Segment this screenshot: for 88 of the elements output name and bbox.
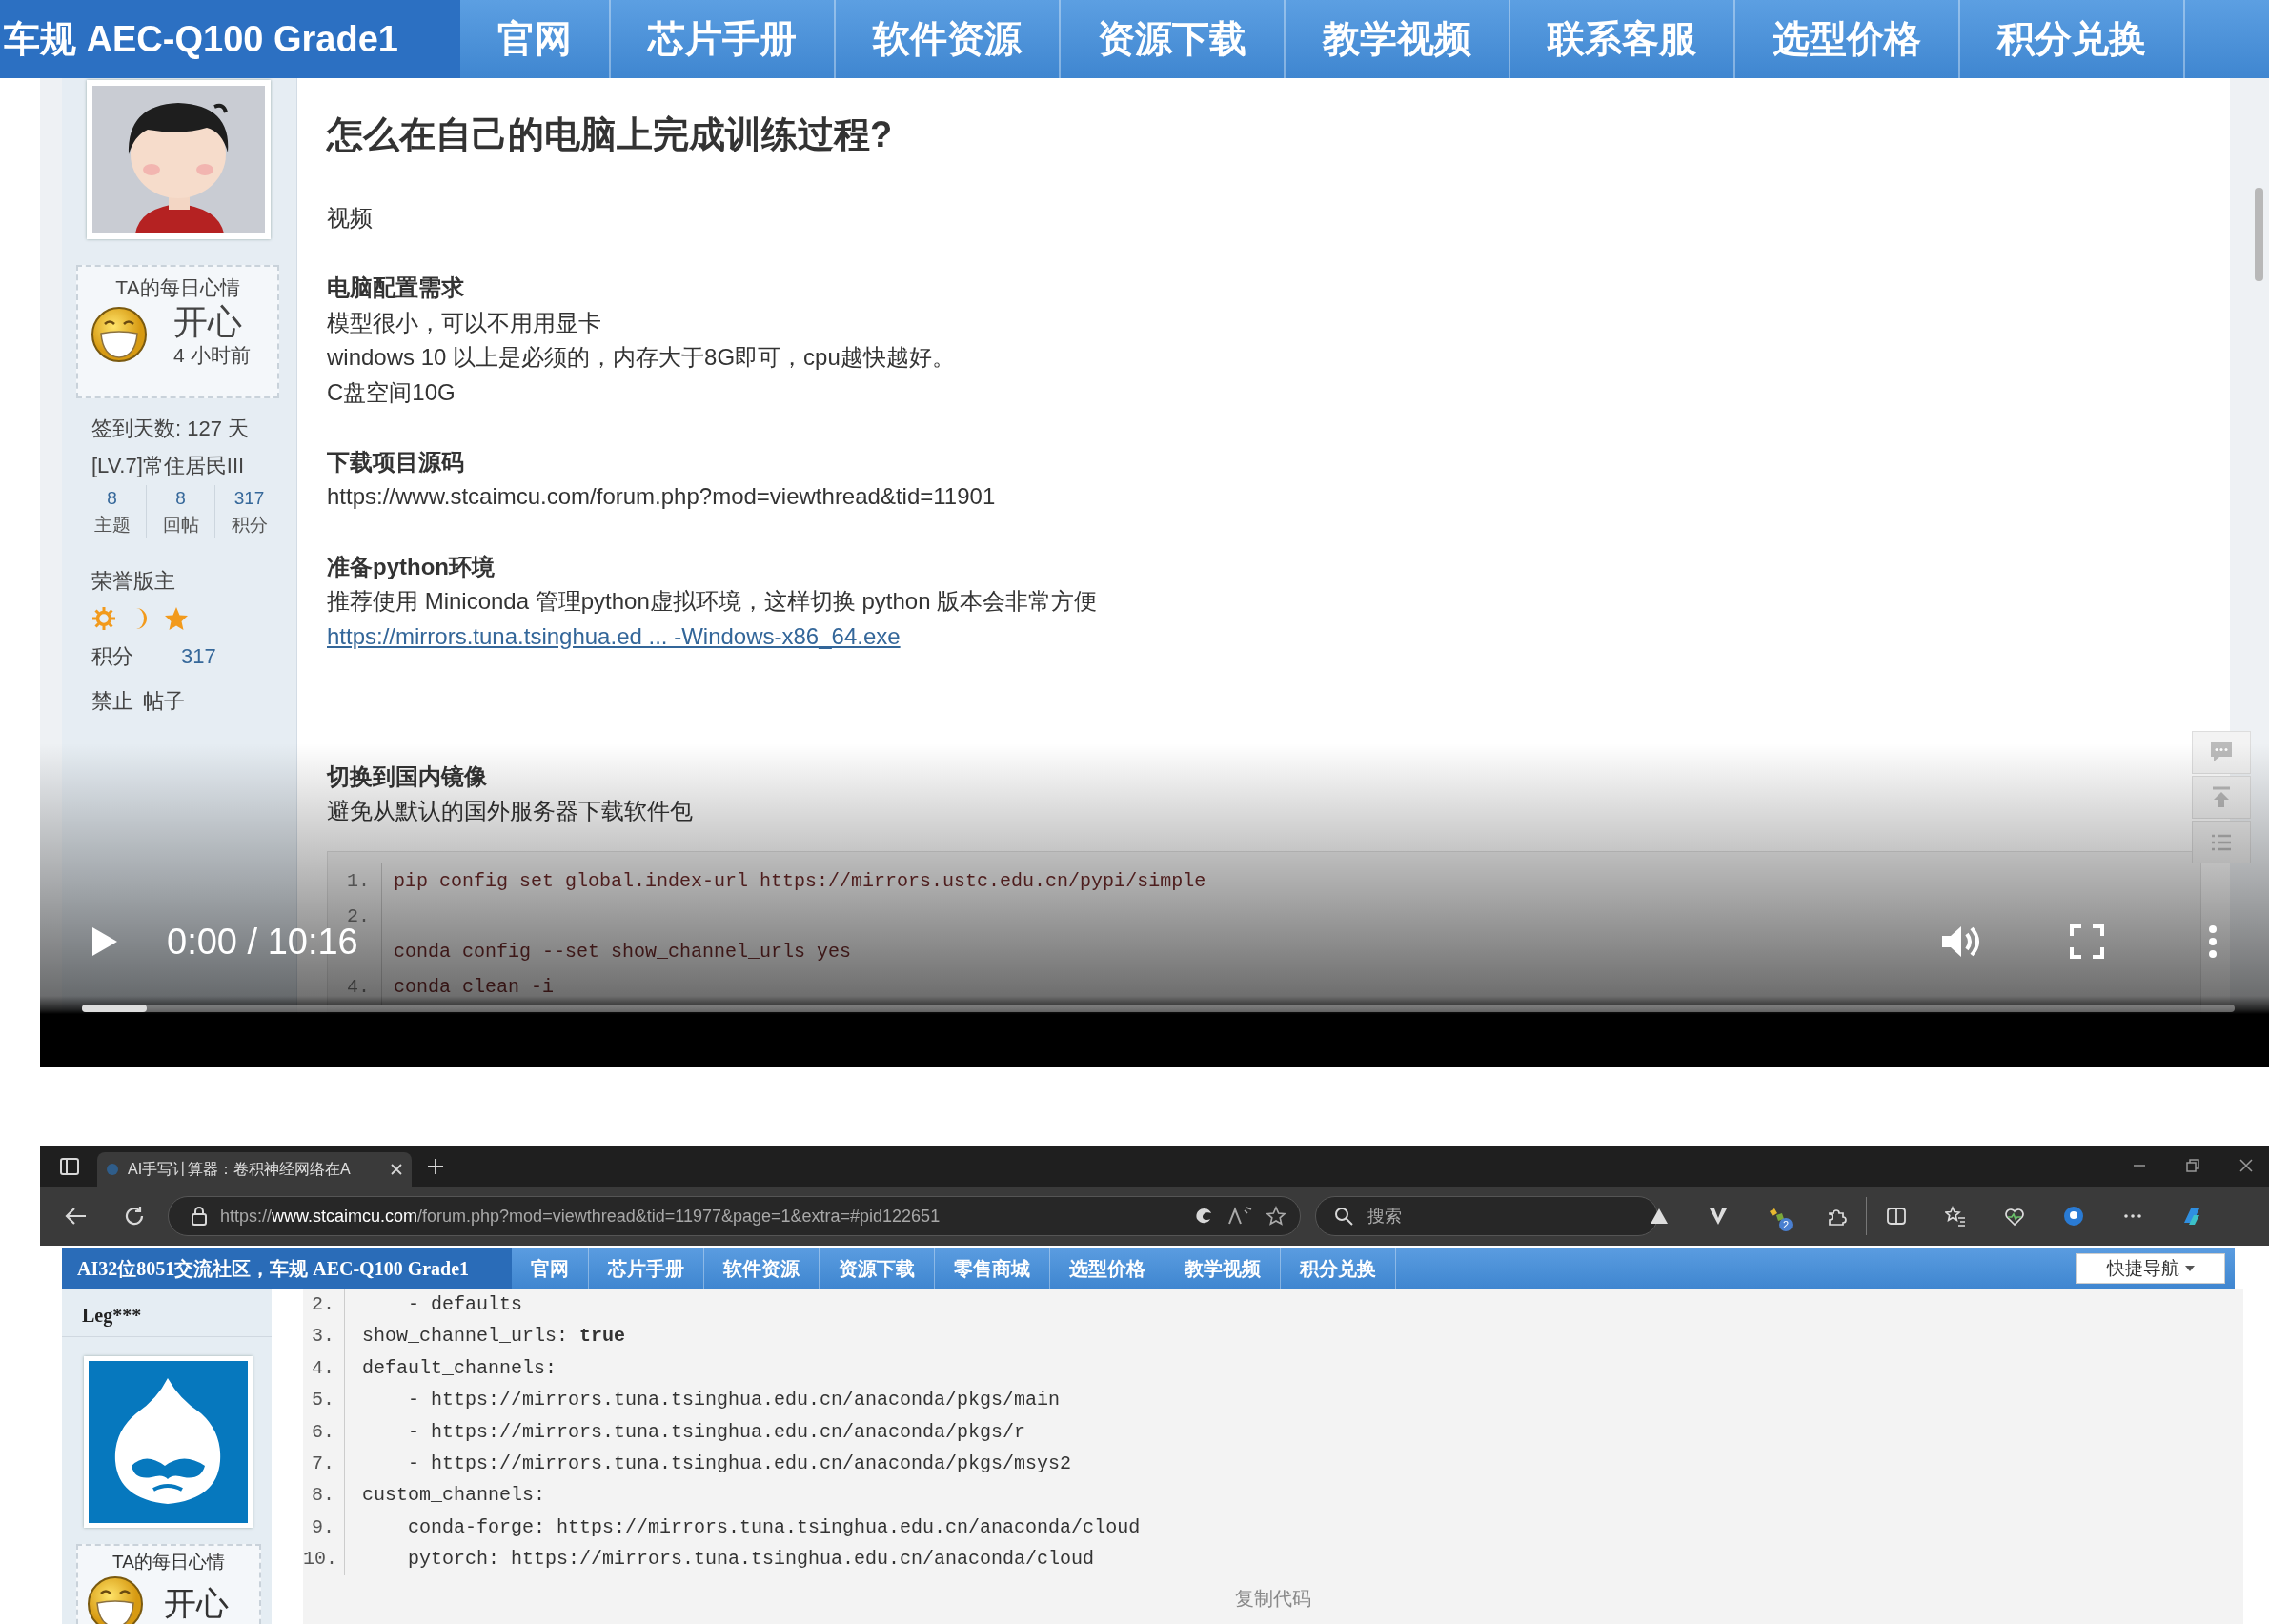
profile-icon[interactable] [2063,1206,2084,1227]
line-number: 10. [303,1543,345,1575]
line-number: 4. [328,968,382,1005]
points-value: 317 [181,643,216,670]
back-icon[interactable] [65,1207,88,1226]
code-line: pip config set global.index-url https://mirrors.ustc.edu.cn/pypi/simple [393,868,1206,894]
stat-label: 积分 [231,514,268,537]
stat-label: 回帖 [162,514,199,537]
browser-tab[interactable]: AI手写计算器：卷积神经网络在A [97,1152,412,1187]
mood-label: 开心 [173,301,243,343]
paragraph: 避免从默认的国外服务器下载软件包 [327,797,694,826]
stat-value[interactable]: 8 [107,485,117,512]
line-number: 4. [303,1351,345,1385]
search-field[interactable]: 搜索 [1315,1196,1658,1236]
down-triangle-icon[interactable] [1708,1206,1729,1227]
paragraph: https://www.stcaimcu.com/forum.php?mod=viewthread&tid=11901 [327,482,997,512]
heart-icon[interactable] [2004,1206,2025,1227]
points-label: 积分 [91,643,133,670]
line-number: 8. [303,1479,345,1512]
code-line: - https://mirrors.tuna.tsinghua.edu.cn/anaconda/pkgs/main [407,1388,1061,1413]
code-line: conda clean -i [393,974,555,1000]
code-line: show_channel_urls: true [361,1324,626,1350]
brand-link[interactable]: 车规 AEC-Q100 Grade1 [0,0,460,78]
stat-value[interactable]: 317 [233,485,265,512]
mood-label: 开心 [164,1584,229,1623]
sun-icon [91,605,116,631]
paragraph: windows 10 以上是必须的，内存大于8G即可，cpu越快越好。 [327,343,956,373]
post-title: 怎么在自己的电脑上完成训练过程? [327,113,894,156]
action-link[interactable]: 禁止 [91,682,133,720]
smiley-icon [90,305,149,364]
paragraph: 推荐使用 Miniconda 管理python虚拟环境，这样切换 python 版本会非常方便 [327,587,1099,617]
section-heading: 准备python环境 [327,552,496,581]
code-line: conda config --set show_channel_urls yes [393,939,852,964]
code-line: - defaults [407,1292,523,1317]
sidebar-icon[interactable] [60,1158,79,1175]
star-icon[interactable] [1266,1206,1286,1227]
split-screen-icon[interactable] [1886,1206,1907,1227]
ribbon-icon[interactable] [2181,1206,2202,1227]
code-line: pytorch: https://mirrors.tuna.tsinghua.edu.cn/anaconda/cloud [407,1547,1095,1573]
refresh-icon[interactable] [124,1206,145,1227]
stat-label: 主题 [93,514,131,537]
code-line: default_channels: [361,1355,557,1381]
progress-track[interactable] [82,1005,2235,1012]
address-bar[interactable]: https://www.stcaimcu.com/forum.php?mod=viewthread&tid=11977&page=1&extra=#pid122651 [168,1196,1301,1236]
favorites-icon[interactable] [1945,1206,1966,1227]
paragraph: 模型很小，可以不用用显卡 [327,308,602,337]
restore-icon[interactable] [2185,1158,2200,1173]
close-icon[interactable] [2239,1158,2254,1173]
mood-time: 4 小时前 [173,343,251,368]
mood-title: TA的每日心情 [115,275,240,300]
line-number: 7. [303,1448,345,1480]
user-rank: [LV.7]常住居民III [91,453,246,479]
drop-avatar-icon [84,1356,253,1528]
brand-link[interactable]: AI32位8051交流社区，车规 AEC-Q100 Grade1 [62,1248,512,1289]
line-number: 2. [303,1289,345,1321]
paragraph: C盘空间10G [327,377,456,407]
user-group: 荣誉版主 [62,562,296,599]
line-number: 3. [303,1320,345,1352]
stat-value[interactable]: 8 [175,485,186,512]
line-number: 5. [303,1384,345,1416]
action-link[interactable]: 帖子 [143,682,185,720]
code-line: conda-forge: https://mirrors.tuna.tsinghua.edu.cn/anaconda/cloud [407,1514,1141,1540]
code-line: - https://mirrors.tuna.tsinghua.edu.cn/anaconda/pkgs/r [407,1419,1026,1445]
new-tab-icon[interactable] [427,1158,444,1175]
caret-icon [2184,1266,2195,1271]
site-icon [107,1164,118,1175]
paragraph: 视频 [327,204,374,233]
code-line: custom_channels: [361,1483,546,1509]
line-number: 6. [303,1415,345,1449]
search-icon [1334,1207,1353,1226]
line-number: 9. [303,1511,345,1544]
lock-icon [192,1207,207,1226]
section-heading: 下载项目源码 [327,448,465,477]
section-heading: 电脑配置需求 [327,274,465,303]
section-heading: 切换到国内镜像 [327,762,488,792]
checkin-days: 签到天数: 127 天 [91,410,296,447]
quick-nav-button[interactable]: 快捷导航 [2076,1253,2225,1284]
line-number: 1. [328,863,382,899]
fullscreen-icon[interactable] [2070,924,2104,959]
read-aloud-icon[interactable] [1227,1207,1252,1226]
badge: 2 [1779,1218,1793,1231]
code-line: - https://mirrors.tuna.tsinghua.edu.cn/anaconda/pkgs/msys2 [407,1451,1072,1477]
author-name[interactable]: Leg*** [62,1298,272,1337]
download-link[interactable]: https://mirrors.tuna.tsinghua.ed ... -Windows-x86_64.exe [327,619,901,655]
copy-code-link[interactable]: 复制代码 [1235,1582,1311,1615]
play-icon[interactable] [91,925,119,958]
star-icon [164,605,189,631]
mood-title: TA的每日心情 [112,1551,225,1573]
